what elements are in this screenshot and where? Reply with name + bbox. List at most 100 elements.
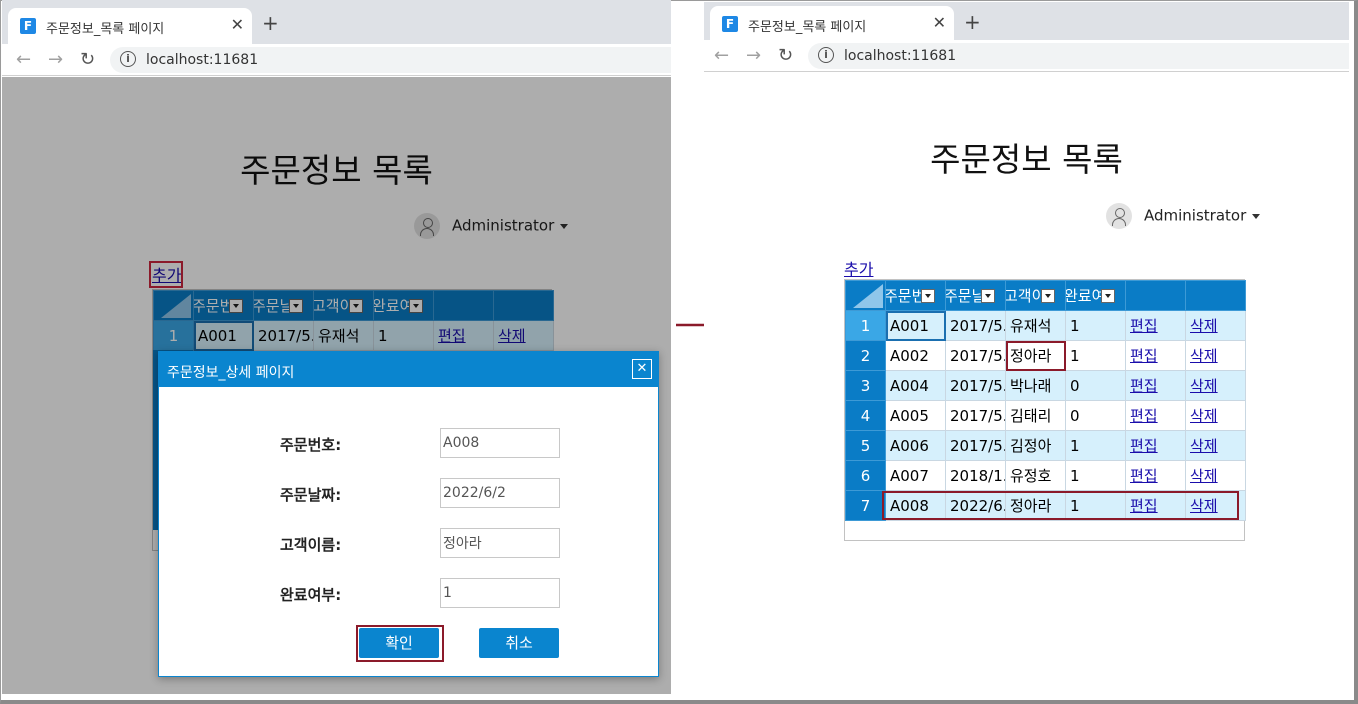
done-input[interactable] [440, 578, 560, 608]
filter-icon[interactable] [981, 288, 995, 303]
dialog-header: 주문정보_상세 페이지 ✕ [159, 352, 658, 387]
forward-icon[interactable]: → [48, 49, 63, 70]
edit-link[interactable]: 편집 [1130, 407, 1158, 425]
add-link-wrap: 추가 [844, 256, 873, 280]
filter-icon[interactable] [1101, 288, 1115, 303]
browser-tab[interactable]: F 주문정보_목록 페이지 ✕ [710, 6, 954, 40]
cell-order[interactable]: A005 [885, 400, 946, 431]
customer-name-input[interactable] [440, 528, 560, 558]
order-no-input[interactable] [440, 428, 560, 458]
col-header-delete [1185, 280, 1246, 311]
highlight-box [356, 625, 444, 662]
cell-edit: 편집 [1125, 460, 1186, 491]
add-link[interactable]: 추가 [844, 260, 873, 279]
tab-title: 주문정보_목록 페이지 [748, 20, 867, 35]
cell-done[interactable]: 0 [1065, 400, 1126, 431]
browser-window-before: F 주문정보_목록 페이지 ✕ + ← → ↻ i localhost:1168… [2, 0, 671, 694]
url-field[interactable]: i localhost:11681 [808, 43, 1349, 69]
forward-icon[interactable]: → [746, 45, 761, 66]
cell-date[interactable]: 2017/5... [945, 310, 1006, 341]
cell-done[interactable]: 0 [1065, 370, 1126, 401]
table-row[interactable]: 3 A004 2017/5... 박나래 0 편집 삭제 [845, 370, 1246, 401]
table-row[interactable]: 6 A007 2018/1... 유정호 1 편집 삭제 [845, 460, 1246, 491]
cell-customer[interactable]: 김정아 [1005, 430, 1066, 461]
field-label: 주문날짜: [280, 486, 342, 504]
tab-strip: F 주문정보_목록 페이지 ✕ + [2, 0, 671, 44]
cell-customer[interactable]: 박나래 [1005, 370, 1066, 401]
table-row[interactable]: 4 A005 2017/5... 김태리 0 편집 삭제 [845, 400, 1246, 431]
delete-link[interactable]: 삭제 [1190, 317, 1218, 335]
close-tab-icon[interactable]: ✕ [933, 13, 946, 32]
cell-customer[interactable]: 유정호 [1005, 460, 1066, 491]
col-header-date[interactable]: 주문날짜 [945, 280, 1006, 311]
cell-date[interactable]: 2018/1... [945, 460, 1006, 491]
site-info-icon[interactable]: i [120, 51, 136, 67]
new-tab-button[interactable]: + [262, 11, 279, 35]
cell-date[interactable]: 2017/5... [945, 400, 1006, 431]
new-tab-button[interactable]: + [964, 10, 981, 34]
edit-link[interactable]: 편집 [1130, 467, 1158, 485]
row-number[interactable]: 3 [845, 370, 886, 401]
cell-done[interactable]: 1 [1065, 340, 1126, 371]
delete-link[interactable]: 삭제 [1190, 467, 1218, 485]
cell-date[interactable]: 2017/5... [945, 370, 1006, 401]
row-number[interactable]: 4 [845, 400, 886, 431]
browser-tab[interactable]: F 주문정보_목록 페이지 ✕ [8, 8, 252, 44]
table-row[interactable]: 2 A002 2017/5... 정아라 1 편집 삭제 [845, 340, 1246, 371]
back-icon[interactable]: ← [16, 49, 31, 70]
back-icon[interactable]: ← [714, 45, 729, 66]
col-header-done[interactable]: 완료여부 [1065, 280, 1126, 311]
user-menu[interactable]: Administrator [1106, 203, 1261, 229]
delete-link[interactable]: 삭제 [1190, 407, 1218, 425]
table-row[interactable]: 1 A001 2017/5... 유재석 1 편집 삭제 [845, 310, 1246, 341]
reload-icon[interactable]: ↻ [80, 49, 95, 70]
col-header-order[interactable]: 주문번호 [885, 280, 946, 311]
grid-corner[interactable] [845, 280, 886, 311]
avatar-icon [1106, 203, 1132, 229]
cell-customer[interactable]: 김태리 [1005, 400, 1066, 431]
delete-link[interactable]: 삭제 [1190, 347, 1218, 365]
edit-link[interactable]: 편집 [1130, 347, 1158, 365]
edit-link[interactable]: 편집 [1130, 377, 1158, 395]
col-header-customer[interactable]: 고객이름 [1005, 280, 1066, 311]
row-number[interactable]: 1 [845, 310, 886, 341]
url-text: localhost:11681 [146, 52, 259, 68]
delete-link[interactable]: 삭제 [1190, 377, 1218, 395]
col-header-edit [1125, 280, 1186, 311]
cell-order[interactable]: A007 [885, 460, 946, 491]
filter-icon[interactable] [921, 288, 935, 303]
cell-delete: 삭제 [1185, 310, 1246, 341]
row-number[interactable]: 2 [845, 340, 886, 371]
row-number[interactable]: 7 [845, 490, 886, 521]
url-field[interactable]: i localhost:11681 [110, 47, 671, 73]
edit-link[interactable]: 편집 [1130, 437, 1158, 455]
cell-date[interactable]: 2017/5... [945, 340, 1006, 371]
cell-order[interactable]: A002 [885, 340, 946, 371]
row-number[interactable]: 5 [845, 430, 886, 461]
cell-order[interactable]: A001 [885, 310, 946, 341]
table-row[interactable]: 5 A006 2017/5... 김정아 1 편집 삭제 [845, 430, 1246, 461]
cancel-button[interactable]: 취소 [479, 628, 559, 658]
cell-delete: 삭제 [1185, 430, 1246, 461]
filter-icon[interactable] [1041, 288, 1055, 303]
row-number[interactable]: 6 [845, 460, 886, 491]
cell-done[interactable]: 1 [1065, 460, 1126, 491]
field-label: 고객이름: [280, 536, 342, 554]
cell-order[interactable]: A006 [885, 430, 946, 461]
delete-link[interactable]: 삭제 [1190, 437, 1218, 455]
cell-done[interactable]: 1 [1065, 310, 1126, 341]
cell-order[interactable]: A004 [885, 370, 946, 401]
dialog-close-button[interactable]: ✕ [632, 359, 652, 379]
close-tab-icon[interactable]: ✕ [231, 15, 244, 34]
detail-dialog: 주문정보_상세 페이지 ✕ 주문번호: 주문날짜: 고객이름: 완료여부: 확인… [158, 351, 659, 677]
cell-customer[interactable]: 정아라 [1005, 340, 1066, 371]
cell-done[interactable]: 1 [1065, 430, 1126, 461]
cell-date[interactable]: 2017/5... [945, 430, 1006, 461]
cell-edit: 편집 [1125, 340, 1186, 371]
order-date-input[interactable] [440, 478, 560, 508]
site-info-icon[interactable]: i [818, 47, 834, 63]
cell-delete: 삭제 [1185, 460, 1246, 491]
edit-link[interactable]: 편집 [1130, 317, 1158, 335]
reload-icon[interactable]: ↻ [778, 45, 793, 66]
cell-customer[interactable]: 유재석 [1005, 310, 1066, 341]
